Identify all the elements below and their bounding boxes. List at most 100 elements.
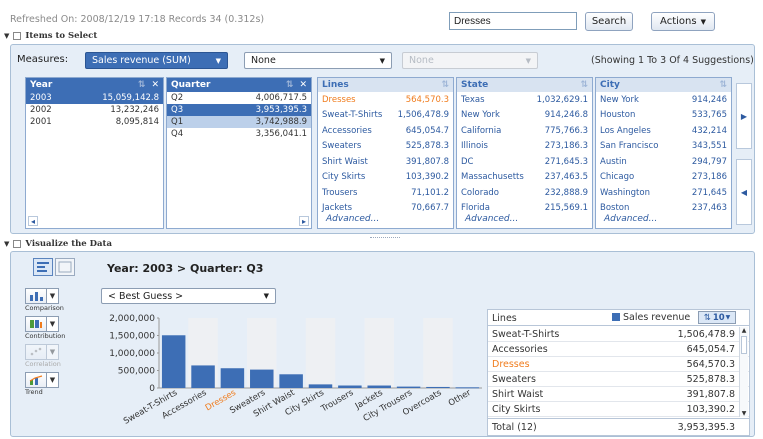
quarter-item[interactable]: Q1 3,742,988.9 bbox=[167, 116, 311, 128]
table-row[interactable]: City Skirts 103,390.2 bbox=[488, 402, 749, 417]
measure-select-2[interactable]: None ▼ bbox=[244, 52, 392, 69]
lines-item[interactable]: Dresses 564,570.3 bbox=[318, 92, 453, 108]
collapse-triangle-icon[interactable]: ▼ bbox=[4, 240, 9, 248]
items-section-checkbox[interactable] bbox=[13, 32, 22, 40]
contribution-label: Contribution bbox=[25, 332, 66, 340]
y-tick-label: 1,000,000 bbox=[109, 349, 155, 359]
contribution-button[interactable]: ▼ bbox=[25, 316, 85, 332]
state-item[interactable]: Massachusetts 237,463.5 bbox=[457, 170, 592, 186]
chart-type-select[interactable]: < Best Guess > ▼ bbox=[101, 288, 276, 304]
quarter-item[interactable]: Q4 3,356,041.1 bbox=[167, 128, 311, 140]
city-item-value: 432,214 bbox=[691, 125, 727, 136]
city-item[interactable]: Washington 271,645 bbox=[596, 185, 731, 201]
state-item[interactable]: California 775,766.3 bbox=[457, 123, 592, 139]
search-input[interactable] bbox=[449, 12, 577, 30]
y-tick-label: 500,000 bbox=[118, 367, 155, 377]
table-row[interactable]: Sweaters 525,878.3 bbox=[488, 372, 749, 387]
items-section-header[interactable]: ▼ Items to Select bbox=[4, 31, 97, 41]
bar-shirt-waist[interactable] bbox=[279, 374, 303, 388]
previous-suggestions-button[interactable]: ◀ bbox=[736, 159, 752, 225]
state-item-value: 273,186.3 bbox=[544, 141, 588, 152]
quarter-item-label: Q3 bbox=[171, 105, 184, 115]
chevron-down-icon[interactable]: ▼ bbox=[47, 316, 59, 332]
scroll-up-icon[interactable]: ▲ bbox=[740, 327, 748, 334]
quarter-header-label: Quarter bbox=[171, 80, 211, 90]
table-row[interactable]: Shirt Waist 391,807.8 bbox=[488, 387, 749, 402]
lines-item[interactable]: Sweat-T-Shirts 1,506,478.9 bbox=[318, 108, 453, 124]
state-item[interactable]: New York 914,246.8 bbox=[457, 108, 592, 124]
city-item[interactable]: Austin 294,797 bbox=[596, 154, 731, 170]
sort-icon[interactable]: ⇅ bbox=[580, 80, 588, 90]
sort-icon[interactable]: ⇅ bbox=[441, 80, 449, 90]
top-n-select[interactable]: ⇅ 10 ▼ bbox=[698, 311, 736, 324]
table-row[interactable]: Sweat-T-Shirts 1,506,478.9 bbox=[488, 327, 749, 342]
state-item[interactable]: DC 271,645.3 bbox=[457, 154, 592, 170]
city-item[interactable]: Houston 533,765 bbox=[596, 108, 731, 124]
next-suggestions-button[interactable]: ▶ bbox=[736, 83, 752, 149]
city-item[interactable]: Los Angeles 432,214 bbox=[596, 123, 731, 139]
x-tick-label[interactable]: Trousers bbox=[319, 388, 356, 415]
y-tick-label: 0 bbox=[149, 384, 155, 394]
actions-label: Actions bbox=[660, 16, 697, 27]
lines-item[interactable]: Sweaters 525,878.3 bbox=[318, 139, 453, 155]
year-item[interactable]: 2001 8,095,814 bbox=[26, 116, 163, 128]
table-view-toggle[interactable] bbox=[55, 258, 75, 276]
bar-dresses[interactable] bbox=[220, 368, 245, 388]
splitter-handle[interactable] bbox=[370, 237, 400, 240]
city-item[interactable]: Chicago 273,186 bbox=[596, 170, 731, 186]
scroll-down-icon[interactable]: ▼ bbox=[740, 410, 748, 417]
city-item[interactable]: San Francisco 343,551 bbox=[596, 139, 731, 155]
year-item[interactable]: 2003 15,059,142.8 bbox=[26, 92, 163, 104]
quarter-item-label: Q2 bbox=[171, 93, 184, 103]
close-icon[interactable]: ✕ bbox=[299, 80, 307, 90]
table-row[interactable]: Accessories 645,054.7 bbox=[488, 342, 749, 357]
bar-sweat-t-shirts[interactable] bbox=[161, 335, 186, 388]
x-tick-label[interactable]: Other bbox=[447, 388, 473, 409]
sort-icon[interactable]: ⇅ bbox=[138, 80, 146, 90]
city-advanced-link[interactable]: Advanced... bbox=[600, 214, 661, 224]
drill-breadcrumb: Year: 2003 > Quarter: Q3 bbox=[107, 262, 264, 275]
items-panel: Measures: Sales revenue (SUM) ▼ None ▼ N… bbox=[10, 44, 755, 234]
lines-advanced-link[interactable]: Advanced... bbox=[322, 214, 383, 224]
table-scrollbar[interactable]: ▲ ▼ bbox=[739, 327, 748, 417]
table-row[interactable]: Dresses 564,570.3 bbox=[488, 357, 749, 372]
state-item[interactable]: Colorado 232,888.9 bbox=[457, 185, 592, 201]
lines-item[interactable]: Trousers 71,101.2 bbox=[318, 185, 453, 201]
year-item[interactable]: 2002 13,232,246 bbox=[26, 104, 163, 116]
scroll-right-icon[interactable]: ▸ bbox=[299, 216, 309, 226]
city-column-header: City ⇅ bbox=[596, 78, 731, 92]
close-icon[interactable]: ✕ bbox=[151, 80, 159, 90]
chart-view-toggle[interactable] bbox=[33, 258, 53, 276]
city-item[interactable]: New York 914,246 bbox=[596, 92, 731, 108]
state-item[interactable]: Illinois 273,186.3 bbox=[457, 139, 592, 155]
comparison-button[interactable]: ▼ bbox=[25, 288, 85, 304]
lines-item[interactable]: Shirt Waist 391,807.8 bbox=[318, 154, 453, 170]
chevron-down-icon[interactable]: ▼ bbox=[47, 372, 59, 388]
quarter-item-value: 3,953,395.3 bbox=[255, 105, 307, 115]
search-button[interactable]: Search bbox=[585, 12, 633, 31]
lines-item[interactable]: Accessories 645,054.7 bbox=[318, 123, 453, 139]
scroll-left-icon[interactable]: ◂ bbox=[28, 216, 38, 226]
bar-accessories[interactable] bbox=[191, 365, 215, 388]
visualize-section-checkbox[interactable] bbox=[13, 240, 22, 248]
collapse-triangle-icon[interactable]: ▼ bbox=[4, 32, 9, 40]
sort-icon[interactable]: ⇅ bbox=[719, 80, 727, 90]
trend-button[interactable]: ▼ bbox=[25, 372, 85, 388]
chevron-down-icon[interactable]: ▼ bbox=[47, 288, 59, 304]
visualize-section-header[interactable]: ▼ Visualize the Data bbox=[4, 239, 112, 249]
city-item-value: 237,463 bbox=[691, 203, 727, 214]
quarter-item[interactable]: Q3 3,953,395.3 bbox=[167, 104, 311, 116]
quarter-item[interactable]: Q2 4,006,717.5 bbox=[167, 92, 311, 104]
bar-sweaters[interactable] bbox=[250, 369, 274, 388]
state-advanced-link[interactable]: Advanced... bbox=[461, 214, 522, 224]
city-item-label: Austin bbox=[600, 156, 627, 167]
table-row-value: 525,878.3 bbox=[686, 374, 735, 385]
sort-icon[interactable]: ⇅ bbox=[286, 80, 294, 90]
city-item-value: 343,551 bbox=[691, 141, 727, 152]
scroll-thumb[interactable] bbox=[741, 336, 747, 354]
measure-select-1[interactable]: Sales revenue (SUM) ▼ bbox=[85, 52, 228, 69]
visualize-section-title: Visualize the Data bbox=[25, 239, 112, 249]
state-item[interactable]: Texas 1,032,629.1 bbox=[457, 92, 592, 108]
lines-item[interactable]: City Skirts 103,390.2 bbox=[318, 170, 453, 186]
actions-button[interactable]: Actions ▼ bbox=[651, 12, 715, 31]
